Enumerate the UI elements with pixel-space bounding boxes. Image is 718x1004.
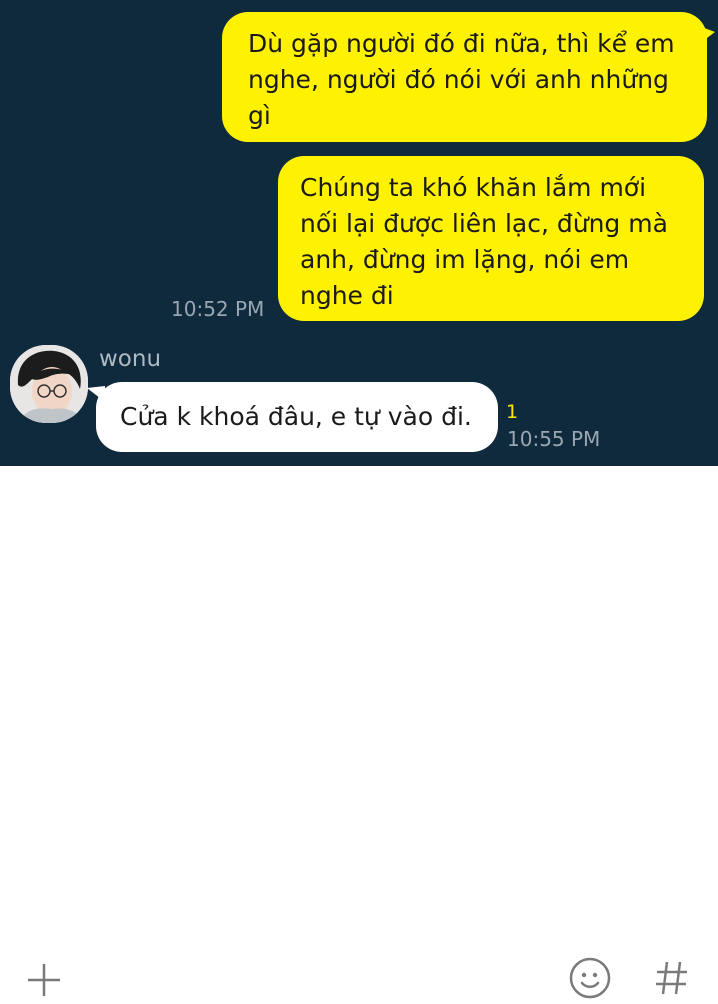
avatar-image <box>10 345 88 423</box>
avatar[interactable] <box>10 345 88 423</box>
plus-icon[interactable] <box>24 960 64 1000</box>
message-bubble-sent[interactable]: Chúng ta khó khăn lắm mới nối lại được l… <box>278 156 704 321</box>
emoji-icon[interactable] <box>568 956 612 1000</box>
message-bubble-sent[interactable]: Dù gặp người đó đi nữa, thì kể em nghe, … <box>222 12 715 142</box>
message-bubble-received[interactable]: Cửa k khoá đâu, e tự vào đi. <box>87 382 498 452</box>
hash-icon[interactable] <box>652 956 692 1000</box>
message-timestamp: 10:52 PM <box>171 297 265 321</box>
input-bar <box>0 466 718 999</box>
chat-area[interactable]: Dù gặp người đó đi nữa, thì kể em nghe, … <box>0 0 718 466</box>
message-timestamp: 10:55 PM <box>507 427 601 451</box>
sender-name: wonu <box>99 346 162 372</box>
unread-count: 1 <box>506 401 519 423</box>
